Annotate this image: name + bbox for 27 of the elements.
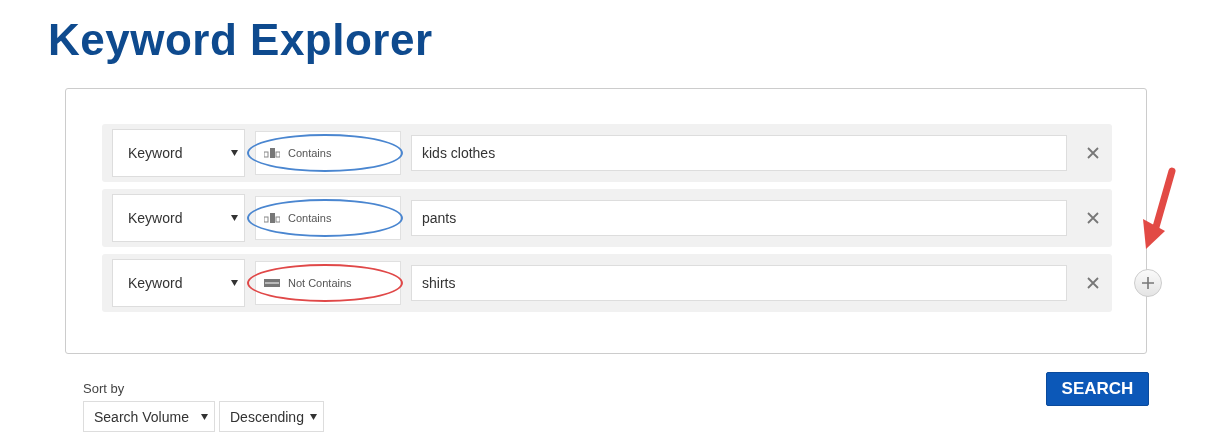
caret-icon [231,215,238,221]
plus-icon [1141,276,1155,290]
field-select[interactable]: Keyword [112,129,245,177]
sort-order-select[interactable]: Descending [219,401,324,432]
value-field[interactable]: shirts [411,265,1067,301]
close-icon [1087,147,1099,159]
field-select[interactable]: Keyword [112,194,245,242]
close-icon [1087,277,1099,289]
remove-button[interactable] [1085,145,1101,161]
remove-button[interactable] [1085,275,1101,291]
value-field[interactable]: pants [411,200,1067,236]
text-match-icon [264,148,280,158]
sort-label: Sort by [83,381,126,396]
caret-icon [231,280,238,286]
text-exclude-icon [264,278,280,288]
caret-icon [310,413,317,420]
add-button[interactable] [1134,269,1162,297]
caret-icon [201,413,208,420]
text-match-icon [264,213,280,223]
page-title: Keyword Explorer [48,14,434,66]
field-select[interactable]: Keyword [112,259,245,307]
remove-button[interactable] [1085,210,1101,226]
close-icon [1087,212,1099,224]
value-field[interactable]: kids clothes [411,135,1067,171]
search-button[interactable]: SEARCH [1046,372,1149,406]
sort-field-select[interactable]: Search Volume [83,401,215,432]
caret-icon [231,150,238,156]
